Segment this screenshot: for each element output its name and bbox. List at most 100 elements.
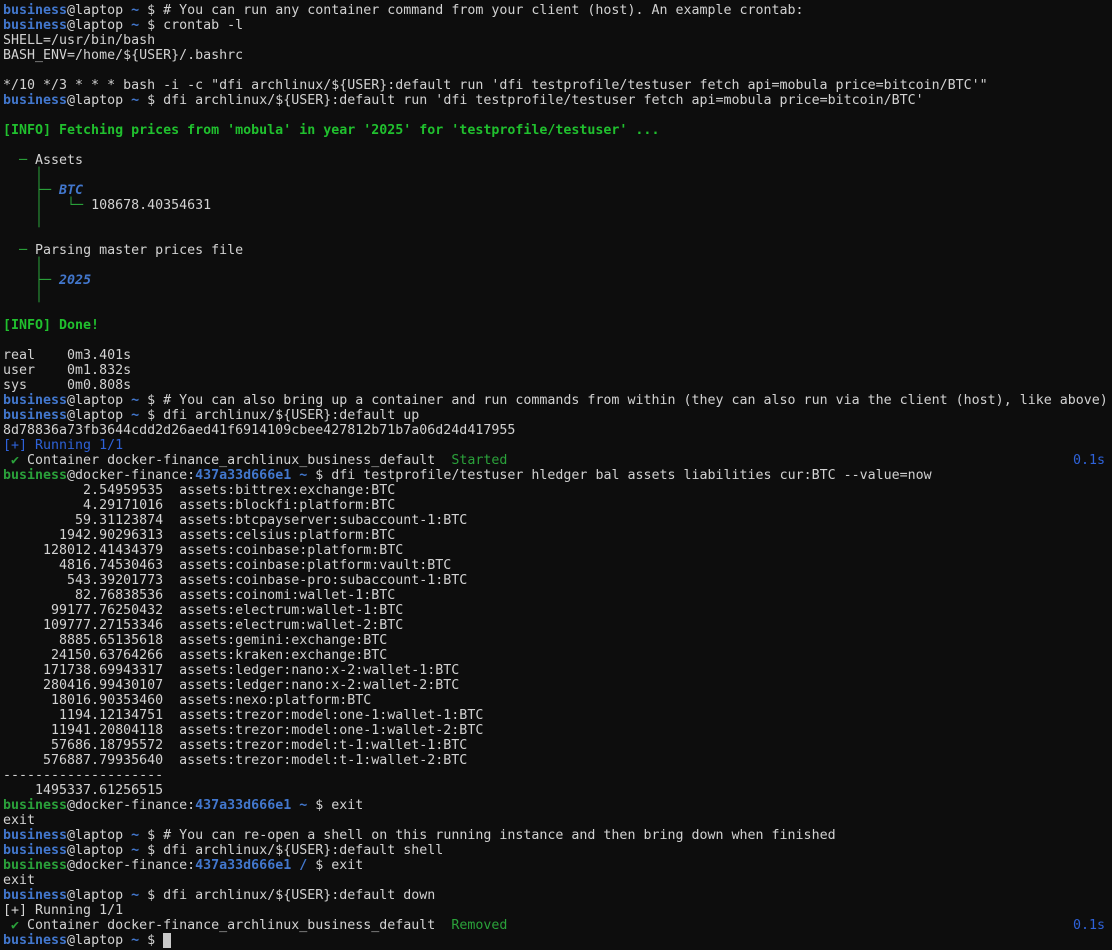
terminal-text: ~ — [131, 933, 139, 948]
terminal-line: 280416.99430107 assets:ledger:nano:x-2:w… — [3, 678, 1112, 693]
terminal-text: │ — [3, 258, 43, 273]
terminal-text: 4816.74530463 assets:coinbase:platform:v… — [3, 558, 451, 573]
cursor — [163, 933, 171, 948]
terminal-text: $ exit — [307, 858, 363, 873]
terminal-line: │ — [3, 168, 1112, 183]
terminal-line: ├─ BTC — [3, 183, 1112, 198]
terminal-line: exit — [3, 813, 1112, 828]
terminal-text: 0.1s — [1073, 918, 1105, 933]
terminal-text: ✔ — [3, 453, 19, 468]
terminal-text: exit — [3, 873, 35, 888]
terminal-text: @laptop — [67, 3, 131, 18]
terminal-line: 8d78836a73fb3644cdd2d26aed41f6914109cbee… — [3, 423, 1112, 438]
terminal-line: 1495337.61256515 — [3, 783, 1112, 798]
terminal-text: 2025 — [59, 273, 91, 288]
terminal-text: 99177.76250432 assets:electrum:wallet-1:… — [3, 603, 403, 618]
terminal-line: 8885.65135618 assets:gemini:exchange:BTC — [3, 633, 1112, 648]
terminal-text: BASH_ENV=/home/${USER}/.bashrc — [3, 48, 243, 63]
terminal-text: 1942.90296313 assets:celsius:platform:BT… — [3, 528, 395, 543]
terminal-text: @laptop — [67, 18, 131, 33]
terminal-text: 576887.79935640 assets:trezor:model:t-1:… — [3, 753, 467, 768]
terminal-line: 59.31123874 assets:btcpayserver:subaccou… — [3, 513, 1112, 528]
terminal-text: ~ — [131, 93, 139, 108]
terminal-line: exit — [3, 873, 1112, 888]
terminal-line: business@laptop ~ $ dfi archlinux/${USER… — [3, 408, 1112, 423]
terminal-text: @laptop — [67, 843, 131, 858]
terminal-text: Assets — [35, 153, 83, 168]
terminal-text: ├─ — [3, 273, 59, 288]
terminal-line: 109777.27153346 assets:electrum:wallet-2… — [3, 618, 1112, 633]
terminal-text: 128012.41434379 assets:coinbase:platform… — [3, 543, 403, 558]
terminal-text: @laptop — [67, 888, 131, 903]
terminal-line: [INFO] Fetching prices from 'mobula' in … — [3, 123, 1112, 138]
terminal-text: │ — [3, 288, 43, 303]
terminal-line: business@laptop ~ $ dfi archlinux/${USER… — [3, 888, 1112, 903]
terminal-text: @docker-finance: — [67, 468, 195, 483]
terminal-text: $ dfi archlinux/${USER}:default shell — [139, 843, 443, 858]
terminal-text: [+] Running 1/1 — [3, 438, 123, 453]
terminal-line: 18016.90353460 assets:nexo:platform:BTC — [3, 693, 1112, 708]
terminal-text: business — [3, 18, 67, 33]
terminal-text: 11941.20804118 assets:trezor:model:one-1… — [3, 723, 483, 738]
terminal-text: 171738.69943317 assets:ledger:nano:x-2:w… — [3, 663, 459, 678]
terminal-line: real 0m3.401s — [3, 348, 1112, 363]
terminal-text: │ — [3, 213, 43, 228]
terminal-line: 99177.76250432 assets:electrum:wallet-1:… — [3, 603, 1112, 618]
terminal-line: ✔ Container docker-finance_archlinux_bus… — [3, 918, 1112, 933]
terminal-text: $ dfi archlinux/${USER}:default up — [139, 408, 419, 423]
terminal-text: 18016.90353460 assets:nexo:platform:BTC — [3, 693, 371, 708]
terminal-text: ~ — [131, 393, 139, 408]
terminal-text: 8d78836a73fb3644cdd2d26aed41f6914109cbee… — [3, 423, 515, 438]
terminal-line: business@laptop ~ $ dfi archlinux/${USER… — [3, 843, 1112, 858]
terminal-text: Started — [451, 453, 507, 468]
terminal-line: 543.39201773 assets:coinbase-pro:subacco… — [3, 573, 1112, 588]
terminal-text: */10 */3 * * * bash -i -c "dfi archlinux… — [3, 78, 988, 93]
terminal-line — [3, 138, 1112, 153]
terminal-text: $ # You can run any container command fr… — [139, 3, 803, 18]
terminal-text: $ dfi archlinux/${USER}:default down — [139, 888, 435, 903]
terminal-text: 8885.65135618 assets:gemini:exchange:BTC — [3, 633, 387, 648]
terminal[interactable]: business@laptop ~ $ # You can run any co… — [0, 0, 1112, 950]
terminal-line: business@laptop ~ $ # You can also bring… — [3, 393, 1112, 408]
terminal-text: ✔ — [3, 918, 19, 933]
terminal-text: $ # You can re-open a shell on this runn… — [139, 828, 835, 843]
terminal-text: @laptop — [67, 393, 131, 408]
terminal-text: Parsing master prices file — [35, 243, 243, 258]
terminal-text: user 0m1.832s — [3, 363, 131, 378]
terminal-line: 57686.18795572 assets:trezor:model:t-1:w… — [3, 738, 1112, 753]
terminal-line: BASH_ENV=/home/${USER}/.bashrc — [3, 48, 1112, 63]
terminal-text: ~ — [131, 18, 139, 33]
terminal-text: 1495337.61256515 — [3, 783, 163, 798]
terminal-text: real 0m3.401s — [3, 348, 131, 363]
terminal-text: 82.76838536 assets:coinomi:wallet-1:BTC — [3, 588, 395, 603]
terminal-line: business@docker-finance:437a33d666e1 ~ $… — [3, 798, 1112, 813]
terminal-text: 108678.40354631 — [91, 198, 211, 213]
terminal-text: @docker-finance: — [67, 798, 195, 813]
terminal-text: 0.1s — [1073, 453, 1105, 468]
terminal-text: exit — [3, 813, 35, 828]
terminal-text: 1194.12134751 assets:trezor:model:one-1:… — [3, 708, 483, 723]
terminal-line: 4816.74530463 assets:coinbase:platform:v… — [3, 558, 1112, 573]
terminal-line: */10 */3 * * * bash -i -c "dfi archlinux… — [3, 78, 1112, 93]
terminal-line: 4.29171016 assets:blockfi:platform:BTC — [3, 498, 1112, 513]
terminal-text: 2.54959535 assets:bittrex:exchange:BTC — [3, 483, 395, 498]
terminal-line: 1942.90296313 assets:celsius:platform:BT… — [3, 528, 1112, 543]
terminal-text: $ dfi testprofile/testuser hledger bal a… — [307, 468, 931, 483]
terminal-text: business — [3, 843, 67, 858]
terminal-line: business@laptop ~ $ dfi archlinux/${USER… — [3, 93, 1112, 108]
terminal-line: │ — [3, 258, 1112, 273]
terminal-text: @laptop — [67, 408, 131, 423]
terminal-text: ~ — [131, 888, 139, 903]
terminal-text: business — [3, 393, 67, 408]
terminal-text: $ — [139, 933, 163, 948]
terminal-text: business — [3, 933, 67, 948]
terminal-text: business — [3, 888, 67, 903]
terminal-text: business — [3, 798, 67, 813]
terminal-text: 4.29171016 assets:blockfi:platform:BTC — [3, 498, 395, 513]
terminal-line: 11941.20804118 assets:trezor:model:one-1… — [3, 723, 1112, 738]
terminal-text: 57686.18795572 assets:trezor:model:t-1:w… — [3, 738, 467, 753]
terminal-line: │ └─ 108678.40354631 — [3, 198, 1112, 213]
terminal-text: 109777.27153346 assets:electrum:wallet-2… — [3, 618, 403, 633]
terminal-line: 82.76838536 assets:coinomi:wallet-1:BTC — [3, 588, 1112, 603]
terminal-line: 1194.12134751 assets:trezor:model:one-1:… — [3, 708, 1112, 723]
